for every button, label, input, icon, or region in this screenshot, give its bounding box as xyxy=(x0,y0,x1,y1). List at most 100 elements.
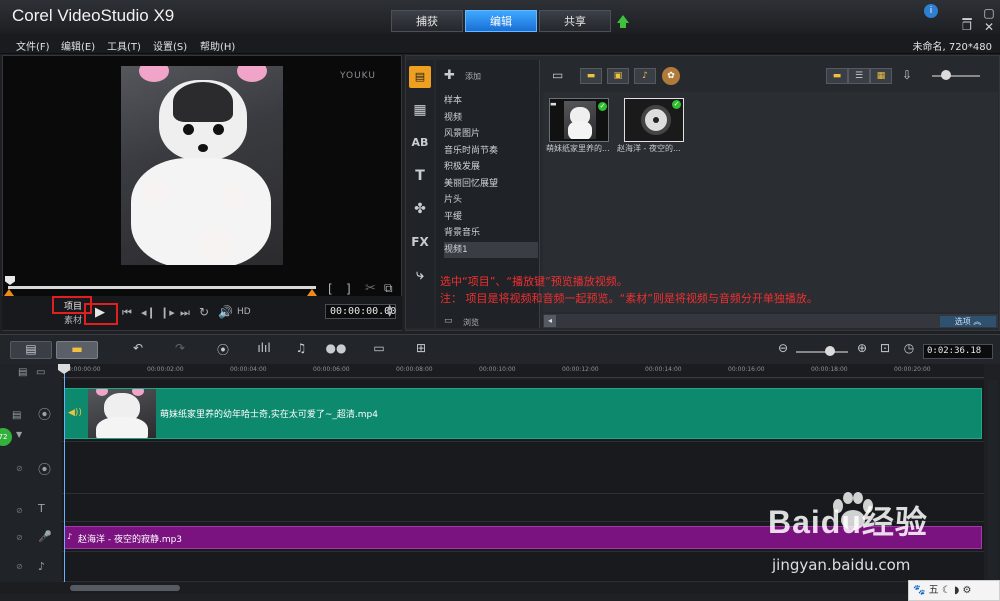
motion-tracking-icon[interactable]: ●● xyxy=(325,341,347,359)
options-button[interactable]: 选项 ︽ xyxy=(940,316,996,327)
repeat-icon[interactable]: ↻ xyxy=(199,305,209,319)
volume-icon[interactable]: 🔊 xyxy=(218,305,233,319)
storyboard-view-icon[interactable]: ▤ xyxy=(10,341,52,359)
import-icon[interactable]: ⇩ xyxy=(902,68,912,82)
trim-start-handle[interactable] xyxy=(4,289,14,296)
transition-icon[interactable]: AB xyxy=(409,132,431,154)
lock-icon[interactable]: ⊘ xyxy=(16,533,23,542)
sound-mixer-icon[interactable]: ılıl xyxy=(253,341,275,359)
browse-icon[interactable]: ▭ xyxy=(444,316,453,326)
zoom-out-icon[interactable]: ⊖ xyxy=(776,341,790,359)
sort-icon[interactable]: ✿ xyxy=(662,67,680,85)
ime-moon-icon[interactable]: ☾ xyxy=(942,585,951,596)
home-icon[interactable]: ⏮ xyxy=(122,306,132,320)
video-track-toggle-icon[interactable]: ▤ xyxy=(12,410,21,421)
prev-frame-icon[interactable]: ◂❙ xyxy=(141,306,156,319)
trim-end-handle[interactable] xyxy=(307,289,317,296)
playhead[interactable] xyxy=(64,364,65,582)
show-audio-icon[interactable]: ♪ xyxy=(634,68,656,84)
mark-in-button[interactable]: [ xyxy=(328,282,333,296)
menu-file[interactable]: 文件(F) xyxy=(16,38,50,53)
folder-item-selected[interactable]: 视频1 xyxy=(444,242,538,258)
upload-icon[interactable] xyxy=(617,15,629,28)
fit-project-icon[interactable]: ⊡ xyxy=(878,341,892,359)
folder-item[interactable]: 背景音乐 xyxy=(444,225,480,241)
media-library-icon[interactable]: ▤ xyxy=(409,66,431,88)
menu-settings[interactable]: 设置(S) xyxy=(153,38,187,53)
thumbnail-view-icon[interactable]: ▦ xyxy=(870,68,892,84)
tab-capture[interactable]: 捕获 xyxy=(391,10,463,32)
ime-punct-icon[interactable]: ◗ xyxy=(954,585,959,596)
record-capture-icon[interactable]: ⦿ xyxy=(212,341,234,359)
multi-camera-icon[interactable]: ⊞ xyxy=(410,341,432,359)
ime-mode[interactable]: 五 xyxy=(929,585,939,596)
scrubber-bar[interactable] xyxy=(8,286,316,289)
tab-edit[interactable]: 编辑 xyxy=(465,10,537,32)
tab-share[interactable]: 共享 xyxy=(539,10,611,32)
hd-toggle[interactable]: HD xyxy=(237,307,251,317)
undo-icon[interactable]: ↶ xyxy=(128,341,148,359)
thumbnail-size-handle[interactable] xyxy=(941,70,951,80)
folder-item[interactable]: 积极发展 xyxy=(444,159,480,175)
lock-icon[interactable]: ⊘ xyxy=(16,506,23,515)
play-icon[interactable]: ▶ xyxy=(95,305,105,320)
restore-icon[interactable]: ❐ xyxy=(960,20,974,33)
zoom-handle[interactable] xyxy=(825,346,835,356)
browse-button[interactable]: 浏览 xyxy=(463,317,479,328)
menu-edit[interactable]: 编辑(E) xyxy=(61,38,95,53)
graphics-icon[interactable]: ✤ xyxy=(409,198,431,220)
detail-view-icon[interactable]: ☰ xyxy=(848,68,870,84)
menu-help[interactable]: 帮助(H) xyxy=(200,38,235,53)
timecode-stepper-icon[interactable]: ▲ ▼ xyxy=(387,304,392,318)
maximize-icon[interactable]: ▢ xyxy=(982,6,996,20)
redo-icon[interactable]: ↷ xyxy=(170,341,190,359)
end-icon[interactable]: ⏭ xyxy=(180,306,190,320)
chapter-icon[interactable]: ▭ xyxy=(36,367,45,378)
video-preview[interactable] xyxy=(121,66,283,265)
info-icon[interactable]: i xyxy=(924,4,938,18)
folder-item[interactable]: 音乐时尚节奏 xyxy=(444,143,498,159)
path-icon[interactable]: ⤷ xyxy=(409,264,431,286)
folder-item[interactable]: 美丽回忆展望 xyxy=(444,176,498,192)
menu-tools[interactable]: 工具(T) xyxy=(107,38,141,53)
folder-open-icon[interactable]: ▭ xyxy=(552,68,563,82)
clip-mode-button[interactable]: 素材 xyxy=(64,313,82,326)
folder-item[interactable]: 片头 xyxy=(444,192,462,208)
mark-out-button[interactable]: ] xyxy=(346,282,351,296)
scrollbar-thumb[interactable] xyxy=(70,585,180,591)
split-icon[interactable]: ✂ xyxy=(365,281,376,296)
folder-item[interactable]: 样本 xyxy=(444,93,462,109)
list-view-icon[interactable]: ▬ xyxy=(826,68,848,84)
folder-item[interactable]: 视频 xyxy=(444,110,462,126)
track-expand-icon[interactable]: ▼ xyxy=(16,430,22,439)
folder-item[interactable]: 平缓 xyxy=(444,209,462,225)
show-videos-icon[interactable]: ▬ xyxy=(580,68,602,84)
overlay-track[interactable] xyxy=(62,442,984,494)
zoom-in-icon[interactable]: ⊕ xyxy=(855,341,869,359)
folder-item[interactable]: 风景图片 xyxy=(444,126,480,142)
zoom-slider[interactable] xyxy=(796,351,848,353)
ime-settings-icon[interactable]: ⚙ xyxy=(962,585,971,596)
add-folder-button[interactable]: 添加 xyxy=(465,71,481,82)
ime-toolbar[interactable]: 🐾 五 ☾ ◗ ⚙ xyxy=(908,580,1000,601)
filter-icon[interactable]: FX xyxy=(409,231,431,253)
next-frame-icon[interactable]: ❙▸ xyxy=(160,306,175,319)
collapse-left-icon[interactable]: ◂ xyxy=(544,315,556,327)
timeline-view-icon[interactable]: ▬ xyxy=(56,341,98,359)
title-icon[interactable]: T xyxy=(409,165,431,187)
timecode-field[interactable]: 00:00:00.00 xyxy=(325,304,396,319)
minimize-icon[interactable]: ▁ xyxy=(960,6,974,20)
thumbnail-size-slider[interactable] xyxy=(932,75,980,77)
lock-icon[interactable]: ⊘ xyxy=(16,464,23,473)
close-icon[interactable]: ✕ xyxy=(982,20,996,34)
add-icon[interactable]: ✚ xyxy=(444,68,455,83)
project-mode-button[interactable]: 项目 xyxy=(64,299,82,312)
lock-icon[interactable]: ⊘ xyxy=(16,562,23,571)
subtitle-editor-icon[interactable]: ▭ xyxy=(368,341,390,359)
instant-project-icon[interactable]: ▦ xyxy=(409,99,431,121)
copy-icon[interactable]: ⧉ xyxy=(384,281,393,296)
auto-music-icon[interactable]: ♫ xyxy=(290,341,312,359)
vertical-scrollbar[interactable] xyxy=(988,380,998,580)
track-manager-icon[interactable]: ▤ xyxy=(18,367,27,378)
show-photos-icon[interactable]: ▣ xyxy=(607,68,629,84)
